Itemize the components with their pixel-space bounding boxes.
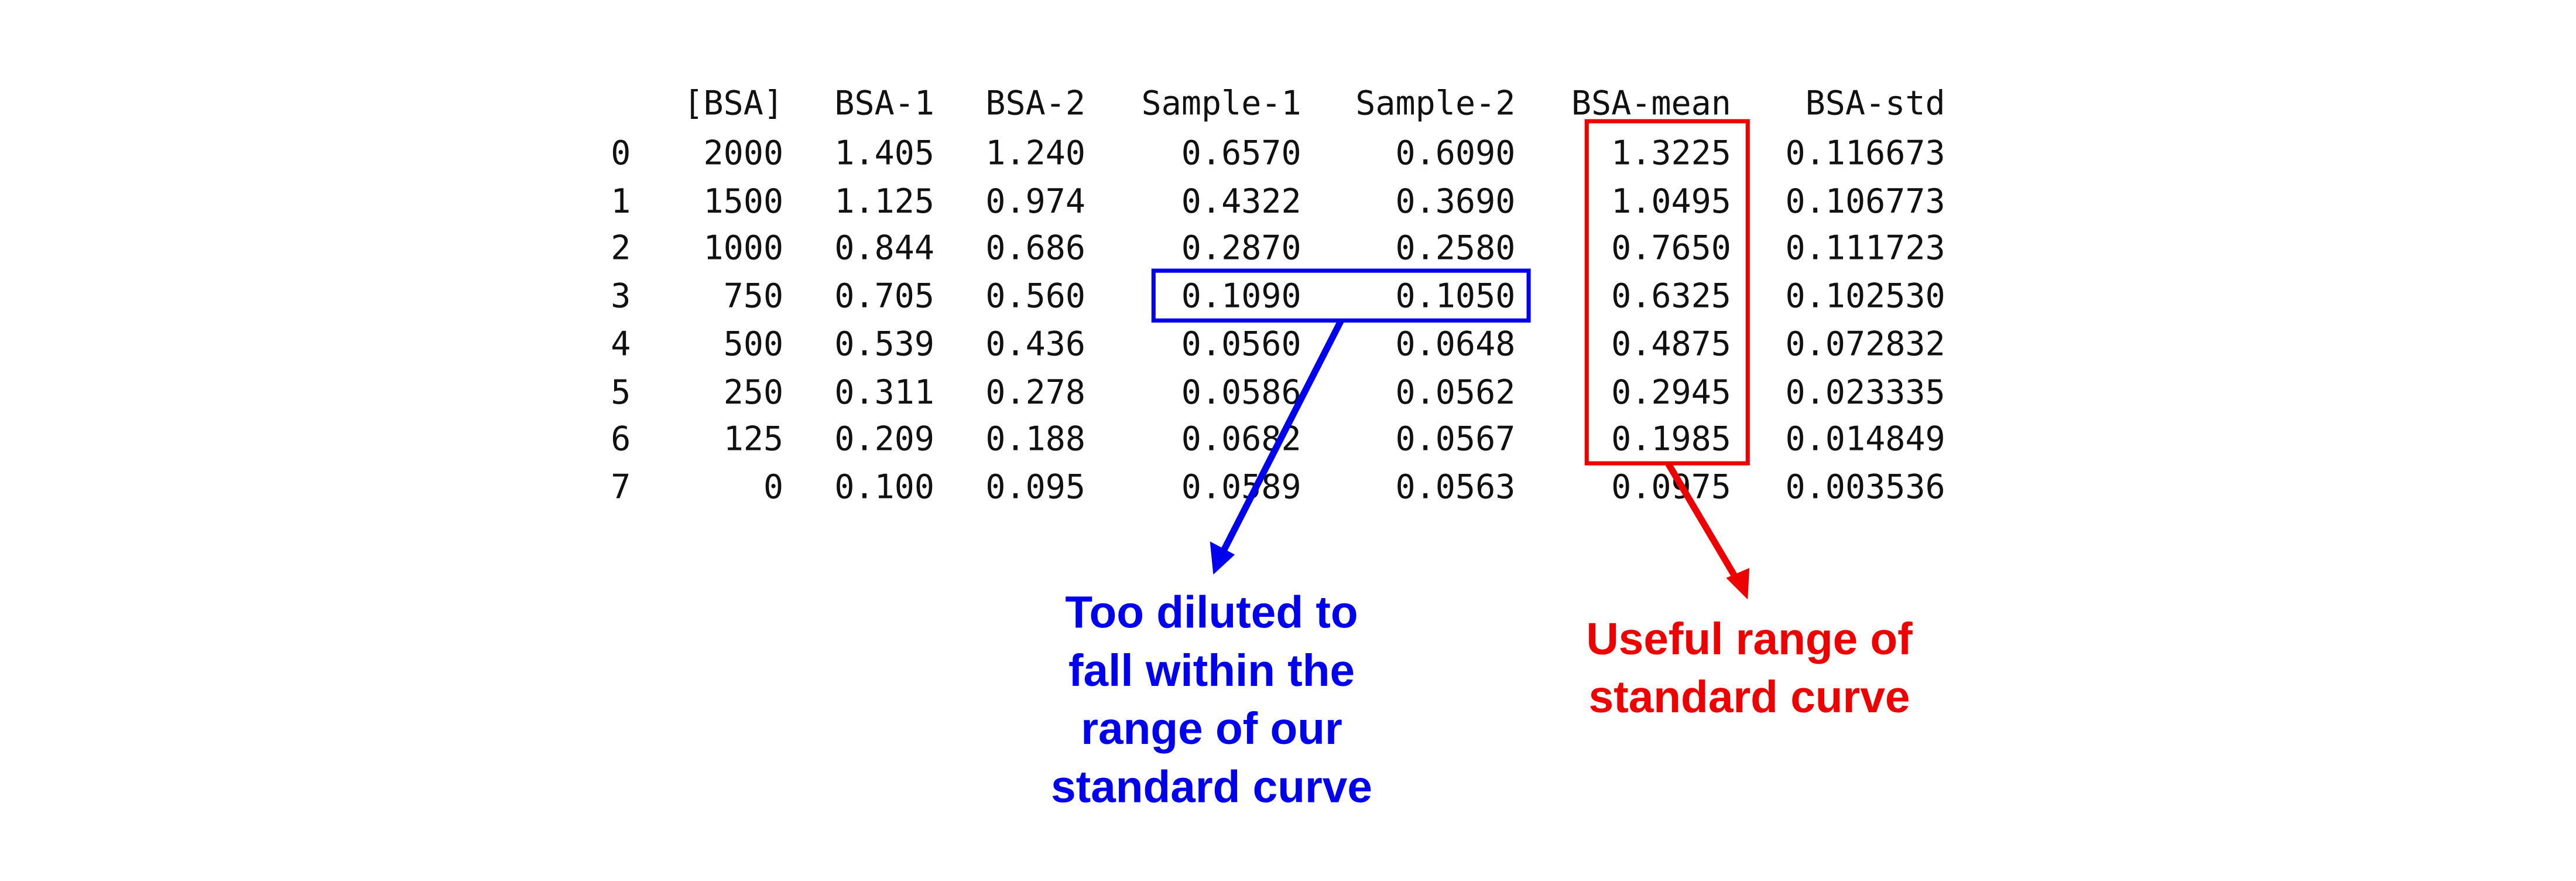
table-cell: 0.3690	[1395, 180, 1516, 221]
table-cell: 0.0586	[1181, 371, 1301, 411]
blue-note-line: fall within the	[1068, 646, 1355, 696]
table-cell: 1.3225	[1611, 132, 1731, 173]
column-header: BSA-mean	[1571, 83, 1731, 123]
table-cell: 0.2870	[1181, 228, 1301, 268]
table-cell: 0.106773	[1785, 180, 1945, 221]
table-cell: 0.111723	[1785, 228, 1945, 268]
table-cell: 1.0495	[1611, 180, 1731, 221]
table-cell: 0.2580	[1395, 228, 1516, 268]
red-arrow-head	[1726, 568, 1750, 600]
table-cell: 0.686	[985, 228, 1086, 268]
table-cell: 0.014849	[1785, 418, 1945, 459]
column-header: Sample-2	[1355, 83, 1516, 123]
blue-note-line: Too diluted to	[1065, 588, 1358, 638]
table-cell: 0.0560	[1181, 323, 1301, 364]
table-cell: 0.072832	[1785, 323, 1945, 364]
table-cell: 0.0563	[1395, 466, 1516, 507]
table-cell: 0.7650	[1611, 228, 1731, 268]
blue-note-line: range of our	[1081, 704, 1342, 754]
red-annotation-text: Useful range of standard curve	[1534, 611, 1965, 727]
table-cell: 0.003536	[1785, 466, 1945, 507]
table-cell: 0.6090	[1395, 132, 1516, 173]
blue-note-line: standard curve	[1051, 762, 1372, 812]
table-cell: 0.974	[985, 180, 1086, 221]
table-cell: 0.188	[985, 418, 1086, 459]
blue-annotation-text: Too diluted to fall within the range of …	[996, 585, 1427, 817]
table-cell: 0.1050	[1395, 275, 1516, 316]
table-cell: 0.6325	[1611, 275, 1731, 316]
table-cell: 0.116673	[1785, 132, 1945, 173]
table-cell: 0.1985	[1611, 418, 1731, 459]
table-cell: 0.6570	[1181, 132, 1301, 173]
table-cell: 0.436	[985, 323, 1086, 364]
red-note-line: Useful range of	[1586, 614, 1913, 664]
column-header: BSA-std	[1805, 83, 1945, 123]
table-cell: 0.4875	[1611, 323, 1731, 364]
table-cell: 0.102530	[1785, 275, 1945, 316]
table-cell: 0.0648	[1395, 323, 1516, 364]
table-cell: 0.0975	[1611, 466, 1731, 507]
table-cell: 0.278	[985, 371, 1086, 411]
table-cell: 0.0589	[1181, 466, 1301, 507]
table-cell: 0.560	[985, 275, 1086, 316]
table-cell: 0.1090	[1181, 275, 1301, 316]
table-cell: 0.0562	[1395, 371, 1516, 411]
red-note-line: standard curve	[1588, 672, 1910, 723]
column-header: BSA-2	[985, 83, 1086, 123]
table-cell: 0.4322	[1181, 180, 1301, 221]
figure: [BSA] BSA-1 BSA-2 Sample-1 Sample-2 BSA-mean B…	[0, 0, 2576, 880]
table-cell: 1.240	[985, 132, 1086, 173]
table-cell: 0.2945	[1611, 371, 1731, 411]
table-cell: 0.0682	[1181, 418, 1301, 459]
table-cell: 0.023335	[1785, 371, 1945, 411]
column-header: Sample-1	[1141, 83, 1301, 123]
table-cell: 0.0567	[1395, 418, 1516, 459]
blue-arrow-head	[1210, 541, 1235, 575]
table-cell: 0.095	[985, 466, 1086, 507]
